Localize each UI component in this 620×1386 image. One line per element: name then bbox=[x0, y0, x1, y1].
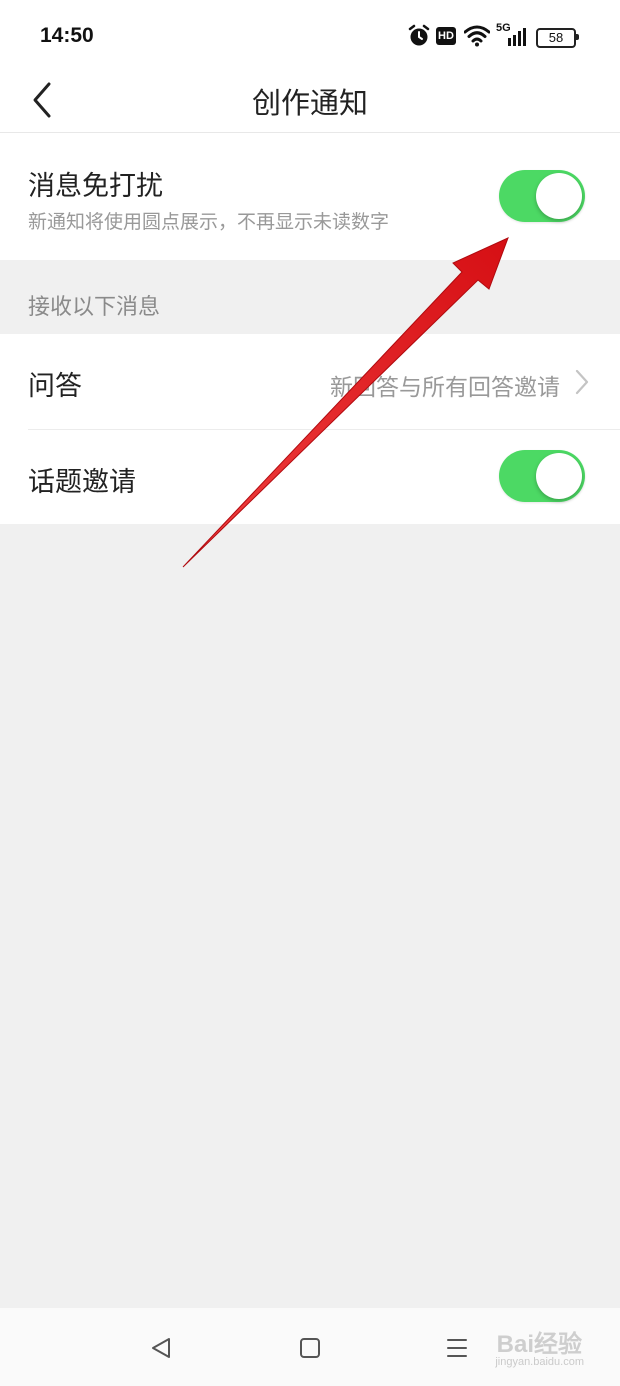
toggle-knob bbox=[536, 453, 582, 499]
page-title: 创作通知 bbox=[251, 86, 368, 120]
status-bar: 14:50 HD 5G 58 bbox=[0, 0, 620, 72]
alarm-icon bbox=[408, 24, 430, 46]
hd-icon: HD bbox=[436, 27, 456, 45]
qa-value: 新回答与所有回答邀请 bbox=[330, 375, 560, 401]
message-list: 问答 新回答与所有回答邀请 话题邀请 bbox=[0, 334, 620, 524]
dnd-toggle[interactable] bbox=[499, 170, 585, 222]
wifi-icon bbox=[464, 25, 490, 47]
signal-icon bbox=[508, 28, 526, 46]
battery-icon: 58 bbox=[536, 28, 576, 48]
qa-label: 问答 bbox=[28, 371, 82, 402]
battery-tip bbox=[576, 34, 579, 40]
dnd-subtitle: 新通知将使用圆点展示，不再显示未读数字 bbox=[28, 211, 390, 233]
dnd-setting: 消息免打扰 新通知将使用圆点展示，不再显示未读数字 bbox=[0, 133, 620, 260]
nav-header: 创作通知 bbox=[0, 72, 620, 133]
dnd-title: 消息免打扰 bbox=[28, 171, 163, 202]
baidu-watermark: Bai经验 bbox=[496, 1331, 582, 1358]
section-header: 接收以下消息 bbox=[28, 295, 161, 320]
list-item-qa[interactable]: 问答 新回答与所有回答邀请 bbox=[0, 334, 620, 430]
baidu-watermark-url: jingyan.baidu.com bbox=[495, 1356, 584, 1368]
back-triangle-icon[interactable] bbox=[150, 1336, 172, 1360]
system-nav-bar: Bai经验 jingyan.baidu.com bbox=[0, 1308, 620, 1386]
menu-lines-icon[interactable] bbox=[446, 1337, 468, 1359]
list-item-topic-invite: 话题邀请 bbox=[0, 430, 620, 525]
chevron-right-icon bbox=[575, 369, 589, 395]
topic-invite-label: 话题邀请 bbox=[28, 467, 136, 498]
home-square-icon[interactable] bbox=[298, 1336, 322, 1360]
toggle-knob bbox=[536, 173, 582, 219]
status-icons: HD 5G 58 bbox=[408, 22, 580, 50]
status-time: 14:50 bbox=[40, 24, 94, 47]
topic-invite-toggle[interactable] bbox=[499, 450, 585, 502]
